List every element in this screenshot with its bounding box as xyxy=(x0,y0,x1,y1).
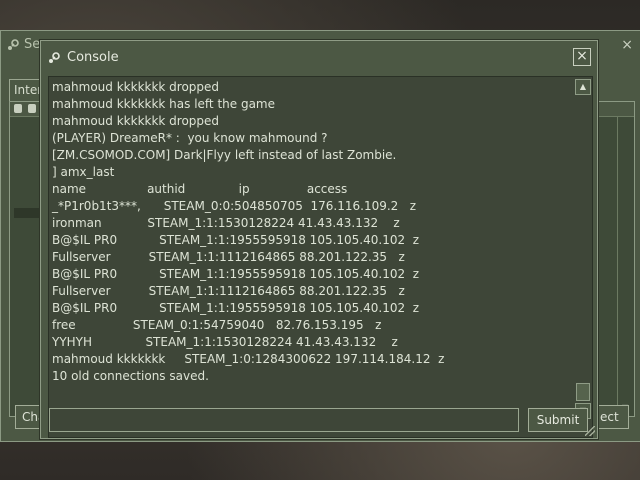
console-scrollbar[interactable]: ▲ ▼ xyxy=(575,79,591,435)
console-line: B@$IL PR0 STEAM_1:1:1955595918 105.105.4… xyxy=(52,301,420,315)
console-title: Console xyxy=(67,50,119,65)
console-window: Console × mahmoud kkkkkkk dropped mahmou… xyxy=(40,40,598,439)
shield-icon[interactable] xyxy=(28,104,36,113)
console-line: 10 old connections saved. xyxy=(52,369,209,383)
console-line: Fullserver STEAM_1:1:1112164865 88.201.1… xyxy=(52,250,405,264)
steam-icon xyxy=(49,52,60,63)
console-line: free STEAM_0:1:54759040 82.76.153.195 z xyxy=(52,318,382,332)
server-list-scrollbar[interactable]: ▼ xyxy=(617,116,634,416)
resize-grip-icon[interactable] xyxy=(585,426,595,436)
arrow-up-icon[interactable]: ▲ xyxy=(575,79,591,95)
console-command-input[interactable] xyxy=(49,408,519,432)
steam-icon xyxy=(8,38,19,50)
server-browser-title-text: Se xyxy=(24,37,41,52)
lock-icon[interactable] xyxy=(14,104,22,113)
console-line: mahmoud kkkkkkk has left the game xyxy=(52,97,276,111)
console-line: mahmoud kkkkkkk dropped xyxy=(52,114,220,128)
console-line: B@$IL PR0 STEAM_1:1:1955595918 105.105.4… xyxy=(52,267,420,281)
server-browser-close-icon[interactable]: × xyxy=(621,37,633,53)
console-line: (PLAYER) DreameR* : you know mahmound ? xyxy=(52,131,328,145)
console-line: ] amx_last xyxy=(52,165,115,179)
console-line: mahmoud kkkkkkk STEAM_1:0:1284300622 197… xyxy=(52,352,445,366)
connect-button[interactable]: ect xyxy=(593,405,629,429)
scrollbar-thumb[interactable] xyxy=(576,383,590,401)
submit-button[interactable]: Submit xyxy=(528,408,588,432)
console-line: name authid ip access xyxy=(52,182,348,196)
console-line: B@$IL PR0 STEAM_1:1:1955595918 105.105.4… xyxy=(52,233,420,247)
console-line: [ZM.CSOMOD.COM] Dark|Flyy left instead o… xyxy=(52,148,397,162)
server-browser-title: Se xyxy=(6,37,40,52)
console-line: YYHYH STEAM_1:1:1530128224 41.43.43.132 … xyxy=(52,335,398,349)
console-line: ironman STEAM_1:1:1530128224 41.43.43.13… xyxy=(52,216,400,230)
console-line: Fullserver STEAM_1:1:1112164865 88.201.1… xyxy=(52,284,405,298)
console-output[interactable]: mahmoud kkkkkkk dropped mahmoud kkkkkkk … xyxy=(48,76,593,438)
console-output-text: mahmoud kkkkkkk dropped mahmoud kkkkkkk … xyxy=(51,79,571,435)
console-line: _*P1r0b1t3***, STEAM_0:0:504850705 176.1… xyxy=(52,199,417,213)
console-line: mahmoud kkkkkkk dropped xyxy=(52,80,220,94)
close-icon[interactable]: × xyxy=(573,48,591,66)
